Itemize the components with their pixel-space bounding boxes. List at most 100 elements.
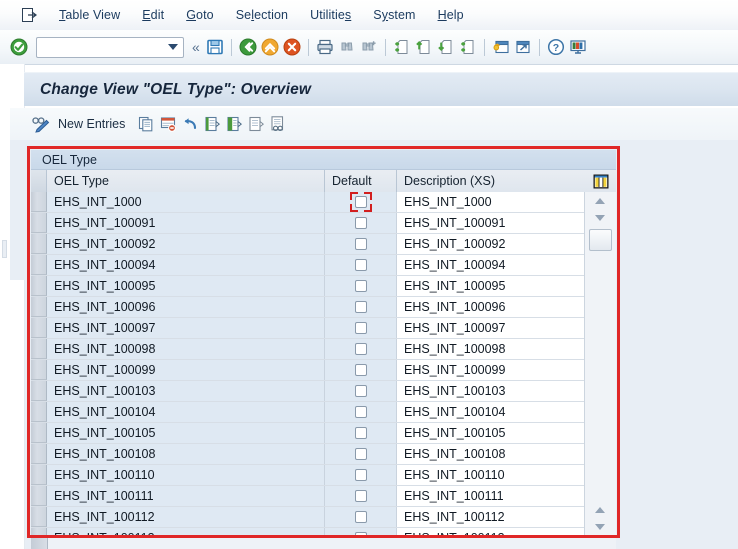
cell-oel-type[interactable]: EHS_INT_100111 — [47, 486, 325, 506]
table-row[interactable]: EHS_INT_100112 EHS_INT_100112 — [31, 507, 616, 528]
cell-oel-type[interactable]: EHS_INT_100096 — [47, 297, 325, 317]
cell-default[interactable] — [325, 528, 397, 535]
default-checkbox[interactable] — [354, 469, 367, 481]
cell-oel-type[interactable]: EHS_INT_100113 — [47, 528, 325, 535]
cell-description[interactable]: EHS_INT_100111 — [397, 486, 585, 506]
table-row[interactable]: EHS_INT_100111 EHS_INT_100111 — [31, 486, 616, 507]
cell-oel-type[interactable]: EHS_INT_100092 — [47, 234, 325, 254]
layout-monitor-icon[interactable] — [567, 36, 589, 58]
table-row[interactable]: EHS_INT_100105 EHS_INT_100105 — [31, 423, 616, 444]
menu-goto[interactable]: Goto — [175, 5, 225, 25]
menu-edit[interactable]: Edit — [131, 5, 175, 25]
undo-arrow-icon[interactable] — [179, 113, 201, 135]
row-selector[interactable] — [31, 423, 47, 443]
cell-oel-type[interactable]: EHS_INT_100104 — [47, 402, 325, 422]
default-checkbox[interactable] — [354, 385, 367, 397]
cell-oel-type[interactable]: EHS_INT_1000 — [47, 192, 325, 212]
back-button[interactable] — [237, 36, 259, 58]
cell-description[interactable]: EHS_INT_100091 — [397, 213, 585, 233]
cell-description[interactable]: EHS_INT_100103 — [397, 381, 585, 401]
row-selector[interactable] — [31, 297, 47, 317]
help-button[interactable]: ? — [545, 36, 567, 58]
table-row[interactable]: EHS_INT_100103 EHS_INT_100103 — [31, 381, 616, 402]
cell-description[interactable]: EHS_INT_100110 — [397, 465, 585, 485]
row-selector[interactable] — [31, 507, 47, 527]
next-page-button[interactable] — [435, 36, 457, 58]
table-row[interactable]: EHS_INT_100097 EHS_INT_100097 — [31, 318, 616, 339]
cell-description[interactable]: EHS_INT_100099 — [397, 360, 585, 380]
chevron-down-icon[interactable] — [168, 43, 178, 50]
column-header-default[interactable]: Default — [325, 170, 397, 192]
row-selector[interactable] — [31, 360, 47, 380]
table-row[interactable]: EHS_INT_100095 EHS_INT_100095 — [31, 276, 616, 297]
scroll-page-up-button[interactable] — [585, 501, 614, 518]
default-checkbox[interactable] — [354, 532, 367, 535]
cell-description[interactable]: EHS_INT_1000 — [397, 192, 585, 212]
row-selector[interactable] — [31, 255, 47, 275]
table-row[interactable]: EHS_INT_100113 EHS_INT_100113 — [31, 528, 616, 535]
cell-default[interactable] — [325, 213, 397, 233]
table-row[interactable]: EHS_INT_100094 EHS_INT_100094 — [31, 255, 616, 276]
menu-help[interactable]: Help — [427, 5, 475, 25]
cell-oel-type[interactable]: EHS_INT_100103 — [47, 381, 325, 401]
menu-system[interactable]: System — [362, 5, 426, 25]
delete-row-icon[interactable] — [157, 113, 179, 135]
cell-default[interactable] — [325, 486, 397, 506]
cell-default[interactable] — [325, 444, 397, 464]
default-checkbox[interactable] — [354, 364, 367, 376]
cell-description[interactable]: EHS_INT_100098 — [397, 339, 585, 359]
table-row[interactable]: EHS_INT_100108 EHS_INT_100108 — [31, 444, 616, 465]
scroll-up-button[interactable] — [585, 192, 614, 209]
table-row[interactable]: EHS_INT_100098 EHS_INT_100098 — [31, 339, 616, 360]
table-row[interactable]: EHS_INT_100091 EHS_INT_100091 — [31, 213, 616, 234]
row-selector[interactable] — [31, 444, 47, 464]
cell-description[interactable]: EHS_INT_100094 — [397, 255, 585, 275]
default-checkbox[interactable] — [354, 217, 367, 229]
cell-oel-type[interactable]: EHS_INT_100091 — [47, 213, 325, 233]
cell-default[interactable] — [325, 381, 397, 401]
default-checkbox[interactable] — [354, 406, 367, 418]
cancel-button[interactable] — [281, 36, 303, 58]
save-button[interactable] — [204, 36, 226, 58]
cell-default[interactable] — [325, 297, 397, 317]
cell-default[interactable] — [325, 507, 397, 527]
row-selector[interactable] — [31, 192, 47, 212]
find-button[interactable] — [336, 36, 358, 58]
last-page-button[interactable] — [457, 36, 479, 58]
row-selector[interactable] — [31, 402, 47, 422]
first-page-button[interactable] — [391, 36, 413, 58]
print-button[interactable] — [314, 36, 336, 58]
cell-oel-type[interactable]: EHS_INT_100112 — [47, 507, 325, 527]
cell-oel-type[interactable]: EHS_INT_100094 — [47, 255, 325, 275]
new-entries-button[interactable]: New Entries — [58, 117, 125, 131]
cell-description[interactable]: EHS_INT_100097 — [397, 318, 585, 338]
scroll-down-button[interactable] — [585, 209, 614, 226]
row-selector[interactable] — [31, 528, 47, 535]
cell-description[interactable]: EHS_INT_100108 — [397, 444, 585, 464]
default-checkbox[interactable] — [354, 280, 367, 292]
exit-button[interactable] — [259, 36, 281, 58]
row-selector[interactable] — [31, 318, 47, 338]
double-chevron-left-icon[interactable]: « — [192, 39, 200, 55]
default-checkbox[interactable] — [354, 301, 367, 313]
table-row[interactable]: EHS_INT_100096 EHS_INT_100096 — [31, 297, 616, 318]
cell-description[interactable]: EHS_INT_100096 — [397, 297, 585, 317]
cell-default[interactable] — [325, 423, 397, 443]
command-field[interactable] — [36, 36, 184, 58]
create-shortcut-button[interactable] — [512, 36, 534, 58]
default-checkbox[interactable] — [354, 511, 367, 523]
default-checkbox[interactable] — [354, 238, 367, 250]
find-next-button[interactable] — [358, 36, 380, 58]
window-menu-icon[interactable] — [22, 8, 38, 22]
enter-check-icon[interactable] — [8, 36, 30, 58]
cell-description[interactable]: EHS_INT_100104 — [397, 402, 585, 422]
cell-description[interactable]: EHS_INT_100113 — [397, 528, 585, 535]
row-selector[interactable] — [31, 234, 47, 254]
cell-description[interactable]: EHS_INT_100095 — [397, 276, 585, 296]
cell-default[interactable] — [325, 360, 397, 380]
cell-oel-type[interactable]: EHS_INT_100105 — [47, 423, 325, 443]
next-entry-icon[interactable] — [223, 113, 245, 135]
copy-document-icon[interactable] — [135, 113, 157, 135]
table-row[interactable]: EHS_INT_100099 EHS_INT_100099 — [31, 360, 616, 381]
table-row[interactable]: EHS_INT_100110 EHS_INT_100110 — [31, 465, 616, 486]
